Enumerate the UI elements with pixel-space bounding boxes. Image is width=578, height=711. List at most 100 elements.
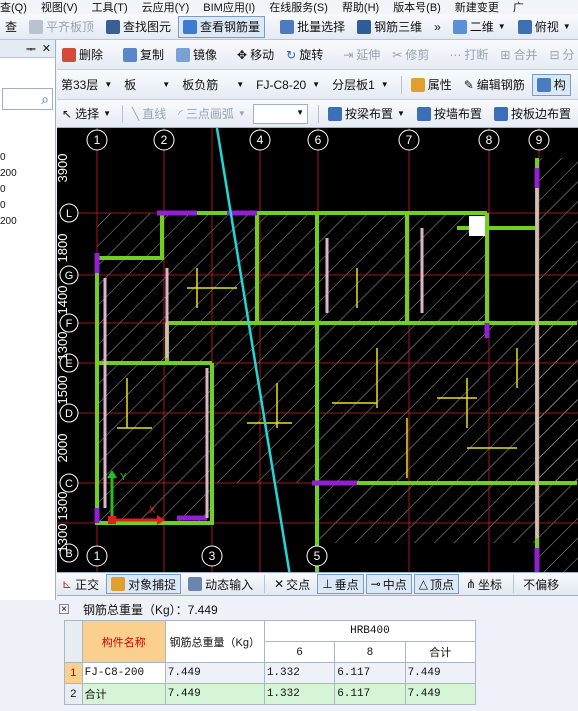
menu-item[interactable]: 云应用(Y) <box>142 0 190 14</box>
corner-cell <box>64 620 83 663</box>
dynamic-input-toggle[interactable]: 动态输入 <box>183 574 258 594</box>
move-button[interactable]: ✥ 移动 <box>232 44 279 66</box>
axis-label-bottom: 1 <box>94 549 101 563</box>
copy-button[interactable]: 复制 <box>118 44 169 66</box>
close-icon[interactable]: × <box>59 604 69 615</box>
2d-label: 二维 <box>469 20 494 34</box>
main-toolbar: 查 平齐板顶 查找图元 查看钢筋量 批量选择 钢筋三维 » 二维 ▼ 俯视 ▼ <box>0 14 578 40</box>
cell-d8[interactable]: 6.117 <box>334 683 406 705</box>
intersection-icon: ✕ <box>274 577 285 591</box>
break-button[interactable]: ⋯ 打断 <box>444 44 493 66</box>
extend-button[interactable]: ⇥ 延伸 <box>338 44 385 66</box>
menu-item[interactable]: 工具(T) <box>92 0 128 14</box>
edit-rebar-button[interactable]: ✎ 编辑钢筋 <box>459 74 530 96</box>
view-button[interactable]: 查 <box>0 16 22 38</box>
ortho-toggle[interactable]: ⊾ 正交 <box>57 574 104 594</box>
intersection-snap[interactable]: ✕ 交点 <box>269 574 315 594</box>
toolbar-overflow-button[interactable]: » <box>429 16 446 38</box>
cell-d6[interactable]: 1.332 <box>263 683 336 705</box>
no-offset-dropdown[interactable]: 不偏移 <box>518 574 564 594</box>
menu-item[interactable]: BIM应用(I) <box>203 0 255 14</box>
header-total-weight: 钢筋总重量（Kg） <box>164 620 265 663</box>
list-item[interactable]: 0 <box>0 150 55 166</box>
component-type-dropdown[interactable]: 板 ▼ <box>120 75 174 95</box>
close-icon[interactable]: ✕ <box>42 42 51 55</box>
dimension-label: 1300 <box>57 492 70 521</box>
trim-icon: ✂ <box>392 47 403 62</box>
object-snap-toggle[interactable]: 对象捕捉 <box>106 574 182 594</box>
2d-dropdown[interactable]: 二维 ▼ <box>448 16 511 38</box>
floor-plan[interactable]: 1 2 4 6 7 8 9 1 3 5 L G F E D C B 3900 1… <box>57 128 578 572</box>
place-by-slab-edge-button[interactable]: 按板边布置 <box>489 103 576 125</box>
list-item[interactable]: 0 <box>0 182 55 198</box>
component-list-button[interactable]: 构 <box>531 73 571 96</box>
line-button[interactable]: ╲ 直线 <box>127 103 171 125</box>
search-input[interactable]: ⌕ <box>2 88 53 110</box>
cell-name[interactable]: FJ-C8-200 <box>81 662 166 684</box>
table-row[interactable]: 1 FJ-C8-200 7.449 1.332 6.117 7.449 <box>64 662 477 684</box>
cell-sum[interactable]: 7.449 <box>404 683 477 705</box>
batch-select-button[interactable]: 批量选择 <box>275 16 350 38</box>
menu-item[interactable]: 版本号(B) <box>393 0 441 14</box>
menu-item[interactable]: 视图(V) <box>41 0 78 14</box>
list-item[interactable]: 0 <box>0 198 55 214</box>
menu-item[interactable]: 新建变更 <box>455 0 499 14</box>
axis-label-left: C <box>65 478 73 490</box>
cell-name[interactable]: 合计 <box>81 683 166 705</box>
align-top-button[interactable]: 平齐板顶 <box>24 16 99 38</box>
pencil-icon: ✎ <box>463 77 474 92</box>
top-view-label: 俯视 <box>534 20 559 34</box>
chevron-down-icon: ▼ <box>397 109 405 118</box>
find-element-button[interactable]: 查找图元 <box>101 16 176 38</box>
arc-label: 三点画弧 <box>185 107 234 121</box>
trim-button[interactable]: ✂ 修剪 <box>387 44 434 66</box>
menu-item[interactable]: 查(Q) <box>0 0 27 14</box>
subtype-dropdown[interactable]: 板负筋 ▼ <box>178 75 248 95</box>
rebar-3d-label: 钢筋三维 <box>374 20 423 34</box>
delete-button[interactable]: 删除 <box>57 44 108 66</box>
table-row[interactable]: 2 合计 7.449 1.332 6.117 7.449 <box>64 683 477 705</box>
cell-total[interactable]: 7.449 <box>164 683 265 705</box>
cell-d6[interactable]: 1.332 <box>263 662 336 684</box>
cell-sum[interactable]: 7.449 <box>404 662 477 684</box>
search-icon[interactable]: ⌕ <box>41 91 49 108</box>
coordinate-snap[interactable]: ⋔ 坐标 <box>461 574 507 594</box>
dimension-label: 1500 <box>57 376 70 405</box>
midpoint-snap[interactable]: ⊸ 中点 <box>365 574 412 594</box>
perpendicular-snap[interactable]: ⊥ 垂点 <box>317 574 364 594</box>
rebar-3d-button[interactable]: 钢筋三维 <box>352 16 427 38</box>
split-button[interactable]: ⊟ 分 <box>544 44 578 66</box>
list-item[interactable]: 200 <box>0 214 55 230</box>
view-rebar-quantity-button[interactable]: 查看钢筋量 <box>178 15 266 38</box>
draw-mode-combo[interactable]: ▼ <box>252 103 309 124</box>
component-dropdown[interactable]: FJ-C8-20 ▼ <box>252 75 324 95</box>
arc-dropdown[interactable]: ◜ 三点画弧 ▼ <box>173 103 251 125</box>
mirror-button[interactable]: 镜像 <box>171 44 222 66</box>
header-component-name: 构件名称 <box>81 620 166 663</box>
place-by-beam-dropdown[interactable]: 按梁布置 ▼ <box>323 103 410 125</box>
menu-item[interactable]: 在线服务(S) <box>269 0 328 14</box>
menu-item[interactable]: 帮助(H) <box>342 0 379 14</box>
merge-button[interactable]: ⊞ 合并 <box>495 44 542 66</box>
floor-dropdown[interactable]: 第33层 ▼ <box>57 75 116 95</box>
menu-item[interactable]: 广 <box>513 0 524 14</box>
move-label: 移动 <box>250 48 275 62</box>
cell-d8[interactable]: 6.117 <box>334 662 406 684</box>
drawing-canvas[interactable]: 1 2 4 6 7 8 9 1 3 5 L G F E D C B 3900 1… <box>57 128 578 572</box>
cell-total[interactable]: 7.449 <box>164 662 265 684</box>
chevron-down-icon: ▼ <box>103 109 111 118</box>
pin-icon[interactable]: ᆍ <box>26 41 36 57</box>
rotate-button[interactable]: ↻ 旋转 <box>281 44 328 66</box>
perpendicular-label: 垂点 <box>334 577 359 592</box>
list-item[interactable]: 200 <box>0 166 55 182</box>
left-panel-header: ᆍ ✕ <box>0 40 55 58</box>
place-by-wall-button[interactable]: 按墙布置 <box>412 103 487 125</box>
layer-dropdown[interactable]: 分层板1 ▼ <box>328 75 393 95</box>
properties-button[interactable]: 属性 <box>406 74 457 96</box>
vertex-snap[interactable]: △ 顶点 <box>413 574 459 594</box>
split-label: 分 <box>562 48 575 62</box>
align-top-icon <box>29 19 44 34</box>
top-view-dropdown[interactable]: 俯视 ▼ <box>513 16 576 38</box>
select-dropdown[interactable]: ↖ 选择 ▼ <box>57 103 116 125</box>
dimension-label: 2000 <box>57 434 70 463</box>
